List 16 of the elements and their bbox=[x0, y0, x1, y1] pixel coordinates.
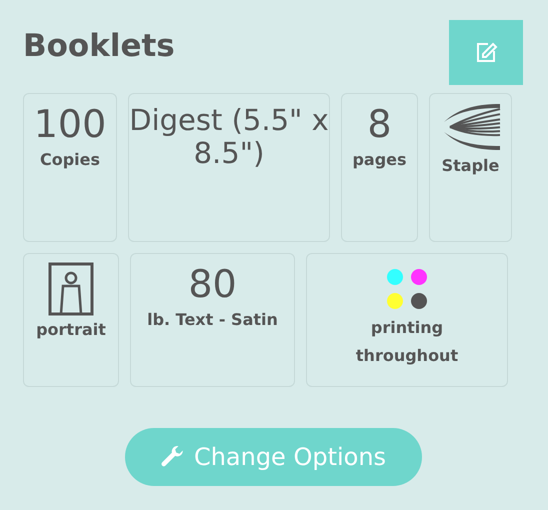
option-label: portrait bbox=[36, 319, 106, 341]
option-label: printing throughout bbox=[354, 317, 460, 367]
edit-button[interactable] bbox=[449, 20, 523, 85]
option-label: Copies bbox=[40, 148, 100, 171]
option-value: 100 bbox=[34, 104, 106, 146]
option-value: 80 bbox=[188, 264, 237, 306]
option-value: 8 bbox=[367, 104, 392, 146]
option-label: pages bbox=[352, 148, 407, 171]
change-options-button[interactable]: Change Options bbox=[124, 428, 422, 486]
option-label: lb. Text - Satin bbox=[147, 308, 278, 331]
edit-icon bbox=[474, 40, 498, 64]
option-value: Digest (5.5" x 8.5") bbox=[129, 104, 329, 171]
color-dots-icon bbox=[386, 268, 428, 310]
portrait-icon bbox=[48, 262, 94, 316]
page-title: Booklets bbox=[23, 28, 175, 66]
option-label: Staple bbox=[442, 155, 500, 177]
